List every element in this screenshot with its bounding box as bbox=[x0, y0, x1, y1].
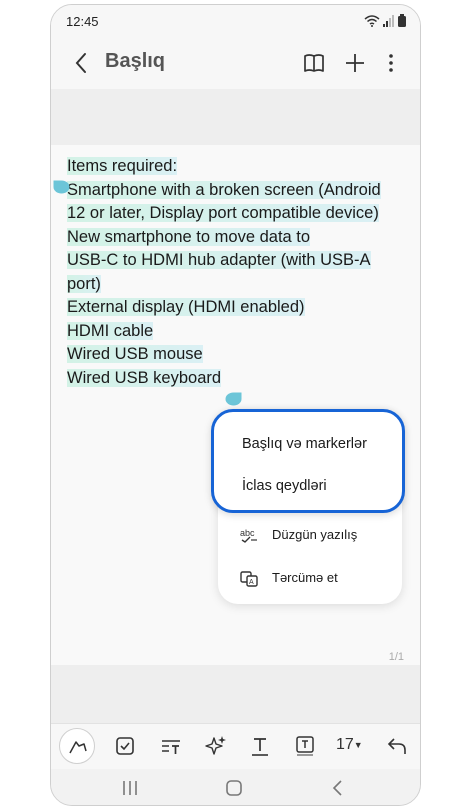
status-icons bbox=[364, 14, 406, 27]
highlighted-menu-group: Başlıq və markerlər İclas qeydləri bbox=[211, 409, 405, 513]
note-text[interactable]: Items required: Smartphone with a broken… bbox=[67, 155, 407, 390]
translate-icon: A bbox=[240, 571, 258, 587]
status-bar: 12:45 bbox=[51, 5, 420, 37]
pen-mode-button[interactable] bbox=[59, 728, 95, 764]
app-bar: Başlıq bbox=[51, 37, 420, 89]
back-nav-icon[interactable] bbox=[331, 779, 345, 797]
font-size-selector[interactable]: 17▼ bbox=[336, 736, 363, 754]
menu-item-meeting-notes[interactable]: İclas qeydləri bbox=[242, 478, 327, 494]
page-indicator: 1/1 bbox=[388, 651, 404, 663]
font-size-value: 17 bbox=[336, 736, 354, 753]
note-line: 12 or later, Display port compatible dev… bbox=[67, 204, 379, 222]
recent-apps-icon[interactable] bbox=[121, 780, 139, 796]
more-options-icon[interactable] bbox=[379, 51, 403, 75]
ai-sparkle-icon[interactable] bbox=[204, 734, 228, 758]
note-line: External display (HDMI enabled) bbox=[67, 298, 305, 316]
svg-text:A: A bbox=[249, 579, 254, 586]
home-icon[interactable] bbox=[225, 779, 243, 797]
selection-start-handle[interactable] bbox=[53, 180, 70, 194]
back-arrow-icon[interactable] bbox=[71, 51, 93, 75]
header-band bbox=[51, 89, 420, 145]
note-line: Wired USB mouse bbox=[67, 345, 203, 363]
footer-band bbox=[51, 665, 420, 723]
text-box-icon[interactable] bbox=[293, 734, 317, 758]
system-nav-bar bbox=[51, 769, 420, 805]
note-line: port) bbox=[67, 274, 101, 293]
edit-toolbar: 17▼ bbox=[51, 723, 420, 769]
signal-icon bbox=[383, 14, 394, 27]
dropdown-arrow-icon: ▼ bbox=[353, 739, 363, 750]
menu-item-spellcheck[interactable]: Düzgün yazılış bbox=[272, 527, 357, 542]
checkbox-icon[interactable] bbox=[113, 734, 137, 758]
text-format-icon[interactable] bbox=[248, 734, 272, 758]
add-icon[interactable] bbox=[343, 51, 367, 75]
page-title[interactable]: Başlıq bbox=[105, 50, 165, 73]
text-style-icon[interactable] bbox=[159, 734, 183, 758]
note-line: USB-C to HDMI hub adapter (with USB-A bbox=[67, 251, 371, 269]
phone-frame: 12:45 Başlıq Items required: Smartphone … bbox=[50, 4, 421, 806]
menu-item-headings-markers[interactable]: Başlıq və markerlər bbox=[242, 436, 367, 452]
spell-check-icon: abc bbox=[240, 528, 257, 543]
selection-end-handle[interactable] bbox=[225, 392, 242, 406]
pen-icon bbox=[69, 741, 87, 754]
undo-icon[interactable] bbox=[385, 734, 409, 758]
note-line: Items required: bbox=[67, 157, 178, 175]
status-time: 12:45 bbox=[66, 14, 99, 29]
note-line: New smartphone to move data to bbox=[67, 227, 311, 246]
note-line: Smartphone with a broken screen (Android bbox=[67, 180, 381, 199]
menu-item-translate[interactable]: Tərcümə et bbox=[272, 570, 338, 585]
note-line: Wired USB keyboard bbox=[67, 368, 222, 387]
note-line: HDMI cable bbox=[67, 321, 154, 340]
svg-text:abc: abc bbox=[240, 528, 255, 538]
book-icon[interactable] bbox=[302, 51, 326, 75]
wifi-icon bbox=[364, 14, 380, 27]
battery-icon bbox=[398, 14, 406, 27]
